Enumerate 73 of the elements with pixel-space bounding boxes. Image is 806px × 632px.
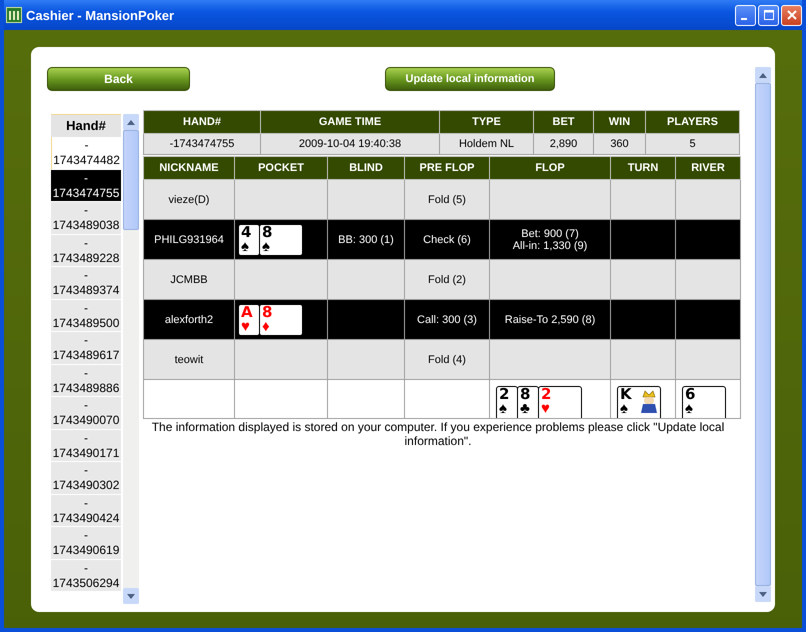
hand-list-item[interactable]: - 1743489228 <box>51 234 121 267</box>
hand-list-item[interactable]: - 1743489617 <box>51 332 121 364</box>
flop-action: All-in: 1,330 (9) <box>512 240 588 252</box>
table-cell: 2009-10-04 19:40:38 <box>260 134 440 154</box>
column-header: TYPE <box>440 110 534 134</box>
column-header: NICKNAME <box>144 156 234 180</box>
playing-card: K ♠ <box>617 386 661 418</box>
column-header: POCKET <box>234 156 328 180</box>
close-button[interactable] <box>781 4 802 26</box>
table-cell: 5 <box>646 134 740 154</box>
column-header: PLAYERS <box>646 110 740 134</box>
pre-flop-action: Fold (2) <box>428 274 466 286</box>
playing-card: A ♥ <box>238 304 260 336</box>
hand-list-item[interactable]: - 1743489500 <box>51 300 121 332</box>
app-icon <box>6 7 22 23</box>
column-header: BET <box>534 110 594 134</box>
column-header: WIN <box>594 110 646 134</box>
playing-card: 2 ♥ <box>538 386 582 418</box>
info-note: The information displayed is stored on your computer. If you experience problems please click "Update local information". <box>150 420 726 448</box>
column-header: HAND# <box>144 110 260 134</box>
flop-action: Bet: 900 (7) <box>520 228 580 240</box>
pre-flop-action: Fold (5) <box>428 194 466 206</box>
hand-list-item[interactable]: - 1743490171 <box>51 430 121 462</box>
pre-flop-action: Fold (4) <box>428 354 466 366</box>
column-header: TURN <box>610 156 676 180</box>
nickname: teowit <box>174 354 204 366</box>
table-cell: 360 <box>594 134 646 154</box>
column-header: GAME TIME <box>260 110 440 134</box>
maximize-button[interactable] <box>758 4 779 26</box>
nickname: alexforth2 <box>164 314 214 326</box>
scroll-down-icon[interactable] <box>759 592 767 596</box>
playing-card: 8 ♦ <box>259 304 303 336</box>
column-header: RIVER <box>676 156 740 180</box>
hand-list-item[interactable]: - 1743490424 <box>51 494 121 527</box>
maximize-icon <box>764 10 774 20</box>
back-button[interactable]: Back <box>47 67 190 91</box>
flop-action: Raise-To 2,590 (8) <box>504 314 596 326</box>
blind-action: BB: 300 (1) <box>338 234 394 246</box>
table-cell: 2,890 <box>534 134 594 154</box>
hand-list-item[interactable]: - 1743474755 <box>51 170 121 202</box>
hand-list-item[interactable]: - 1743489374 <box>51 267 121 300</box>
column-header: Hand# <box>51 114 121 137</box>
close-icon <box>786 10 796 20</box>
scrollbar[interactable] <box>123 114 139 604</box>
nickname: JCMBB <box>170 274 208 286</box>
pre-flop-action: Call: 300 (3) <box>417 314 477 326</box>
column-header: BLIND <box>328 156 404 180</box>
scroll-up-icon[interactable] <box>759 72 767 78</box>
minimize-button[interactable] <box>735 4 756 26</box>
column-header: FLOP <box>490 156 610 180</box>
playing-card: 2 ♠ <box>496 386 518 418</box>
nickname: PHILG931964 <box>154 234 224 246</box>
table-cell: Holdem NL <box>440 134 534 154</box>
playing-card: 8 ♠ <box>259 224 303 256</box>
crowned-figure-icon <box>640 389 658 413</box>
playing-card: 4 ♠ <box>238 224 260 256</box>
window-title: Cashier - MansionPoker <box>26 8 176 22</box>
minimize-icon <box>741 18 747 20</box>
scroll-up-icon[interactable] <box>127 120 135 124</box>
hand-list-item[interactable]: - 1743490619 <box>51 527 121 560</box>
playing-card: 6 ♠ <box>682 386 726 418</box>
hand-list-item[interactable]: - 1743490302 <box>51 462 121 494</box>
hand-list-item[interactable]: - 1743506294 <box>51 560 121 592</box>
hand-list-item[interactable]: - 1743490070 <box>51 397 121 430</box>
column-header: PRE FLOP <box>404 156 490 180</box>
scroll-thumb[interactable] <box>123 130 139 230</box>
scroll-down-icon[interactable] <box>127 594 135 598</box>
pre-flop-action: Check (6) <box>423 234 471 246</box>
table-cell: -1743474755 <box>144 134 260 154</box>
hand-list-item[interactable]: - 1743474482 <box>51 137 121 170</box>
hand-list-item[interactable]: - 1743489038 <box>51 202 121 234</box>
hand-list-item[interactable]: - 1743489886 <box>51 364 121 397</box>
nickname: vieze(D) <box>168 194 210 206</box>
